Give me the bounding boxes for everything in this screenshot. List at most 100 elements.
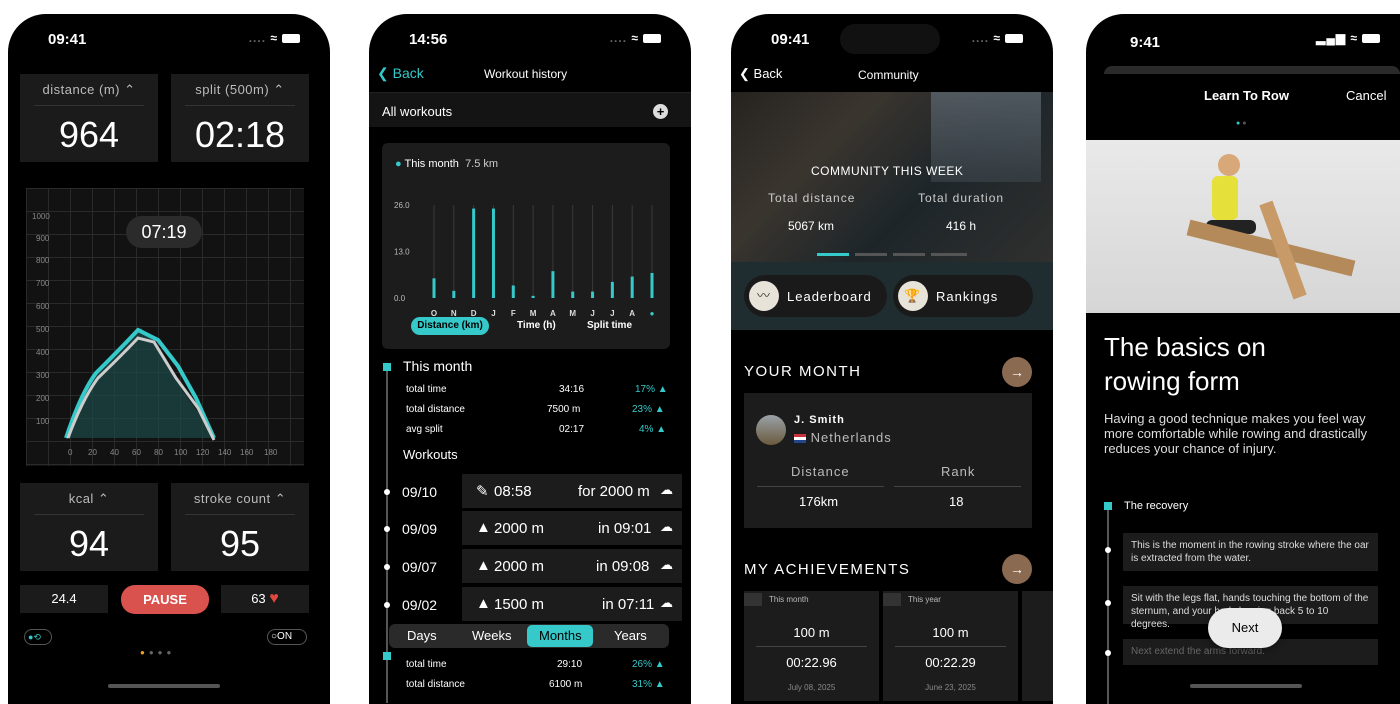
achievement-card-partial[interactable]: [1022, 591, 1053, 701]
col-label-rank: Rank: [941, 464, 976, 479]
pencil-icon: ✎: [476, 483, 489, 500]
bar: [610, 281, 614, 298]
workout-distance: 2000 m: [494, 520, 545, 537]
wifi-icon: ≈: [631, 31, 639, 45]
pause-button[interactable]: PAUSE: [121, 585, 209, 614]
month-card[interactable]: J. Smith Netherlands Distance Rank 176km…: [744, 393, 1032, 528]
leaderboard-button[interactable]: 〰 Leaderboard: [744, 275, 887, 317]
timeline-dot: [384, 526, 390, 532]
rower-figure: [1218, 154, 1240, 176]
status-icons: .... ≈: [610, 31, 661, 45]
x-tick: 140: [218, 448, 232, 457]
battery-icon: [643, 34, 661, 44]
status-bar: 9:41 ▂▄▆ ≈: [1086, 14, 1400, 62]
timeline-dot: [1105, 650, 1111, 656]
achievement-card[interactable]: This year 100 m 00:22.29 June 23, 2025: [883, 591, 1018, 701]
y-tick: 100: [36, 417, 50, 426]
your-month-arrow-button[interactable]: →: [1002, 357, 1032, 387]
kcal-tile[interactable]: kcal ⌃ 94: [20, 483, 158, 571]
next-button[interactable]: Next: [1208, 608, 1282, 648]
x-tick: 100: [174, 448, 188, 457]
avatar: [756, 415, 786, 445]
back-button[interactable]: ❮ Back: [377, 65, 424, 82]
stat-label: avg split: [406, 424, 443, 435]
y-tick: 500: [36, 325, 50, 334]
hero-title: COMMUNITY THIS WEEK: [811, 164, 964, 178]
workout-distance: 08:58: [494, 483, 532, 500]
on-toggle[interactable]: ○ON: [267, 629, 307, 645]
back-button[interactable]: ❮ Back: [739, 66, 782, 82]
y-tick: 200: [36, 394, 50, 403]
workout-date: 09/07: [402, 559, 438, 575]
status-time: 9:41: [1130, 34, 1161, 51]
metric-tab-split[interactable]: Split time: [587, 320, 632, 331]
cancel-button[interactable]: Cancel: [1346, 88, 1386, 103]
status-bar: 14:56 .... ≈: [369, 14, 691, 62]
your-month-heading: YOUR MONTH: [744, 363, 862, 380]
bar: [452, 290, 456, 298]
y-tick: 700: [36, 279, 50, 288]
status-icons: ▂▄▆ ≈: [1316, 31, 1380, 45]
arrow-right-icon: →: [1010, 561, 1024, 577]
timeline-marker: [1104, 502, 1112, 510]
y-tick: 0.0: [394, 294, 406, 303]
workout-date: 09/02: [402, 597, 438, 613]
this-month-heading: This month: [403, 358, 473, 374]
add-icon[interactable]: +: [653, 104, 668, 119]
metric-tab-distance[interactable]: Distance (km): [411, 317, 489, 335]
heading-line-2: rowing form: [1104, 366, 1240, 396]
stat-change: 4% ▲: [639, 424, 667, 435]
workout-row[interactable]: ▲ 2000 m in 09:08 ☁: [462, 549, 682, 583]
page-dots[interactable]: ●●●●: [140, 648, 175, 657]
achievement-badge: [744, 593, 762, 606]
carousel-dots[interactable]: [817, 253, 967, 256]
heart-rate-box: 63 ♥: [221, 585, 309, 613]
wifi-icon: ≈: [993, 31, 1001, 45]
tab-weeks[interactable]: Weeks: [472, 628, 512, 643]
x-tick: 40: [110, 448, 119, 457]
wifi-icon: ≈: [1350, 31, 1358, 45]
page-title: Community: [858, 68, 919, 82]
rower-icon: ▲: [476, 557, 491, 574]
distance-tile[interactable]: distance (m) ⌃ 964: [20, 74, 158, 162]
workout-row[interactable]: ▲ 2000 m in 09:01 ☁: [462, 511, 682, 545]
stroke-count-tile[interactable]: stroke count ⌃ 95: [171, 483, 309, 571]
achievement-distance: 100 m: [793, 625, 830, 640]
stat-value: 7500 m: [547, 404, 581, 415]
hero-label-duration: Total duration: [918, 191, 1005, 205]
stat-label: total time: [406, 384, 447, 395]
achievement-tag: This year: [908, 595, 941, 604]
stat-change: 23% ▲: [632, 404, 665, 415]
x-tick: 80: [154, 448, 163, 457]
timeline-marker: [383, 363, 391, 371]
timeline-dot: [384, 564, 390, 570]
workout-row[interactable]: ▲ 1500 m in 07:11 ☁: [462, 587, 682, 621]
tab-months[interactable]: Months: [539, 628, 582, 643]
achievement-date: June 23, 2025: [925, 683, 976, 692]
x-tick: 0: [68, 448, 73, 457]
x-tick: J: [590, 309, 594, 318]
tab-years[interactable]: Years: [614, 628, 647, 643]
metric-tab-time[interactable]: Time (h): [517, 320, 556, 331]
split-tile[interactable]: split (500m) ⌃ 02:18: [171, 74, 309, 162]
achievements-arrow-button[interactable]: →: [1002, 554, 1032, 584]
tile-value: 964: [58, 114, 120, 155]
bar: [571, 291, 575, 298]
stat-change: 31% ▲: [632, 679, 665, 690]
chart-icon: 〰: [749, 281, 779, 311]
tab-days[interactable]: Days: [407, 628, 437, 643]
bar: [432, 278, 436, 298]
stat-value: 34:16: [559, 384, 585, 395]
achievement-date: July 08, 2025: [787, 683, 836, 692]
achievement-card[interactable]: This month 100 m 00:22.96 July 08, 2025: [744, 591, 879, 701]
connection-toggle[interactable]: ●⟲: [24, 629, 52, 645]
x-tick: F: [511, 309, 516, 318]
rankings-button[interactable]: 🏆 Rankings: [893, 275, 1033, 317]
workout-row[interactable]: ✎ 08:58 for 2000 m ☁: [462, 474, 682, 508]
stat-label: total distance: [406, 404, 465, 415]
home-indicator: [1190, 684, 1302, 688]
bluetooth-icon: ●⟲: [28, 632, 41, 642]
page-dots[interactable]: ●●: [1236, 120, 1248, 127]
achievement-time: 00:22.96: [786, 655, 837, 670]
timeline-dot: [384, 489, 390, 495]
